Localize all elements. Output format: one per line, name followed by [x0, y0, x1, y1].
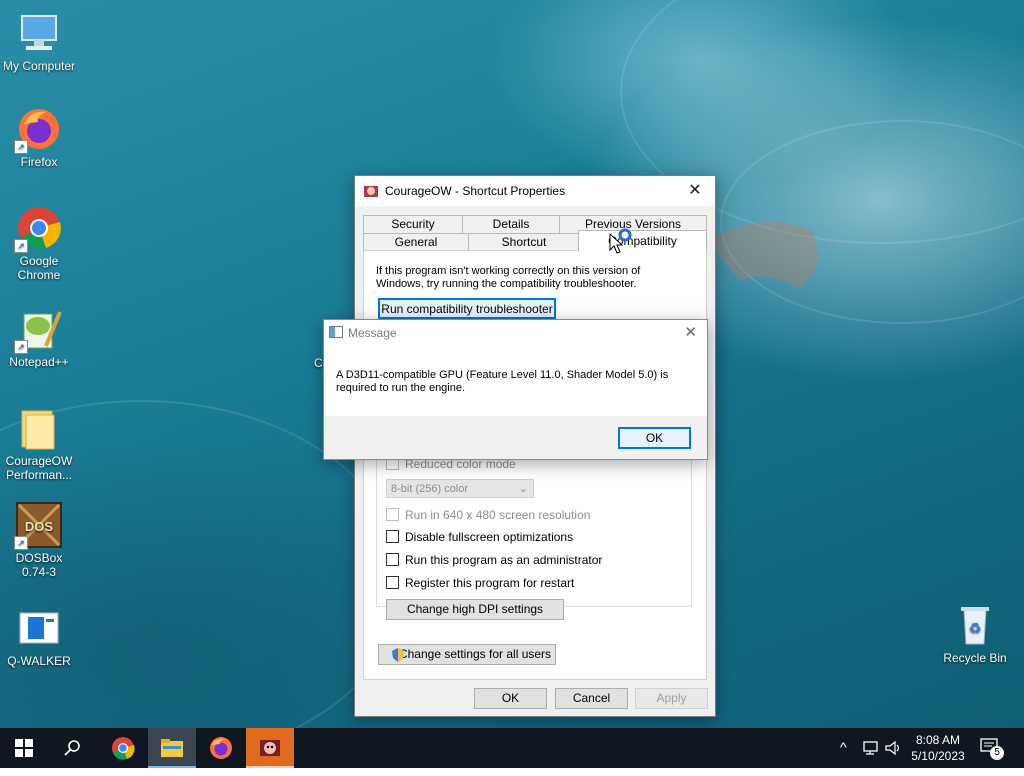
folder-icon — [161, 739, 183, 757]
run-troubleshooter-button[interactable]: Run compatibility troubleshooter — [378, 298, 556, 319]
clock[interactable]: 8:08 AM 5/10/2023 — [906, 732, 970, 764]
window-icon — [329, 326, 343, 338]
shortcut-arrow-icon: ↗ — [14, 340, 28, 354]
shortcut-arrow-icon: ↗ — [14, 140, 28, 154]
change-all-users-button[interactable]: Change settings for all users — [378, 644, 556, 665]
desktop-icon-my-computer[interactable]: My Computer — [1, 10, 77, 73]
windows-logo-icon — [15, 739, 33, 757]
taskbar-file-explorer[interactable] — [148, 728, 196, 768]
firefox-icon — [210, 737, 232, 759]
taskbar-firefox[interactable] — [197, 728, 245, 768]
cancel-button[interactable]: Cancel — [555, 688, 628, 709]
ok-button[interactable]: OK — [474, 688, 547, 709]
clock-date: 5/10/2023 — [911, 749, 965, 763]
svg-text:DOS: DOS — [25, 519, 54, 534]
color-depth-select[interactable]: 8-bit (256) color ⌄ — [386, 479, 534, 498]
message-ok-button[interactable]: OK — [618, 427, 691, 449]
shortcut-arrow-icon: ↗ — [14, 536, 28, 550]
desktop-icon-q-walker[interactable]: Q-WALKER — [1, 605, 77, 668]
desktop-icon-chrome[interactable]: ↗ Google Chrome — [1, 205, 77, 282]
tab-security[interactable]: Security — [363, 215, 463, 234]
close-icon[interactable]: ✕ — [684, 323, 697, 341]
apply-button[interactable]: Apply — [635, 688, 708, 709]
chevron-down-icon: ⌄ — [518, 483, 528, 495]
shortcut-arrow-icon: ↗ — [14, 239, 28, 253]
desktop-icon-label: Recycle Bin — [943, 651, 1007, 665]
desktop-icon-label: Firefox — [20, 155, 58, 169]
start-button[interactable] — [0, 728, 48, 768]
recycle-bin-icon: ♻ — [952, 602, 998, 648]
desktop-icon-label: Notepad++ — [9, 355, 69, 369]
resolution-checkbox[interactable]: Run in 640 x 480 screen resolution — [386, 507, 590, 523]
folder-icon — [16, 405, 62, 451]
desktop-icon-recycle-bin[interactable]: ♻ Recycle Bin — [937, 602, 1013, 665]
uac-shield-icon — [392, 648, 404, 662]
chrome-icon — [112, 737, 135, 760]
message-titlebar[interactable]: Message ✕ — [324, 320, 707, 346]
search-icon — [64, 740, 80, 756]
desktop-icon-dosbox[interactable]: DOS ↗ DOSBox 0.74-3 — [1, 502, 77, 579]
busy-cursor-icon — [609, 228, 632, 254]
properties-titlebar[interactable]: CourageOW - Shortcut Properties ✕ — [355, 176, 715, 206]
firefox-icon: ↗ — [14, 106, 62, 154]
tab-compatibility[interactable]: Compatibility — [578, 230, 707, 251]
chevron-up-icon[interactable]: ^ — [840, 739, 847, 755]
notepad-plus-plus-icon: ↗ — [14, 306, 62, 354]
taskbar: ^ 8:08 AM 5/10/2023 5 — [0, 728, 1024, 768]
properties-title: CourageOW - Shortcut Properties — [385, 184, 566, 198]
message-title: Message — [348, 326, 397, 340]
troubleshoot-intro: If this program isn't working correctly … — [376, 265, 641, 290]
taskbar-courageow[interactable] — [246, 728, 294, 768]
courageow-app-icon — [260, 740, 280, 756]
desktop-icon-notepad-plus-plus[interactable]: ↗ Notepad++ — [1, 306, 77, 369]
taskbar-chrome[interactable] — [99, 728, 147, 768]
disable-fullscreen-checkbox[interactable]: Disable fullscreen optimizations — [386, 529, 573, 545]
compatibility-panel: If this program isn't working correctly … — [363, 250, 707, 680]
search-button[interactable] — [48, 728, 96, 768]
tab-details[interactable]: Details — [462, 215, 560, 234]
computer-icon — [16, 10, 62, 56]
run-as-admin-checkbox[interactable]: Run this program as an administrator — [386, 552, 602, 568]
fish-silhouette — [710, 222, 818, 290]
change-dpi-button[interactable]: Change high DPI settings — [386, 599, 564, 620]
dosbox-icon: DOS ↗ — [14, 502, 62, 550]
message-dialog: Message ✕ A D3D11-compatible GPU (Featur… — [323, 319, 708, 460]
desktop-icon-label: Google Chrome — [17, 254, 61, 282]
svg-text:♻: ♻ — [969, 621, 982, 637]
desktop-icon-label: My Computer — [2, 59, 76, 73]
clock-time: 8:08 AM — [915, 733, 961, 747]
network-icon[interactable] — [862, 740, 880, 756]
notification-button[interactable]: 5 — [980, 737, 1004, 760]
partial-desktop-label: C — [314, 356, 323, 370]
close-icon[interactable]: ✕ — [675, 176, 715, 206]
register-restart-checkbox[interactable]: Register this program for restart — [386, 575, 574, 591]
app-icon — [364, 186, 378, 197]
desktop-icon-firefox[interactable]: ↗ Firefox — [1, 106, 77, 169]
desktop-icon-label: DOSBox 0.74-3 — [15, 551, 63, 579]
desktop-icon-label: Q-WALKER — [7, 654, 71, 668]
desktop-icon-label: CourageOW Performan... — [5, 454, 73, 482]
desktop-icon-courageow-folder[interactable]: CourageOW Performan... — [1, 405, 77, 482]
notification-badge: 5 — [990, 746, 1004, 760]
app-window-icon — [16, 605, 62, 651]
chrome-icon: ↗ — [14, 205, 62, 253]
volume-icon[interactable] — [885, 740, 903, 756]
message-text: A D3D11-compatible GPU (Feature Level 11… — [336, 369, 669, 394]
